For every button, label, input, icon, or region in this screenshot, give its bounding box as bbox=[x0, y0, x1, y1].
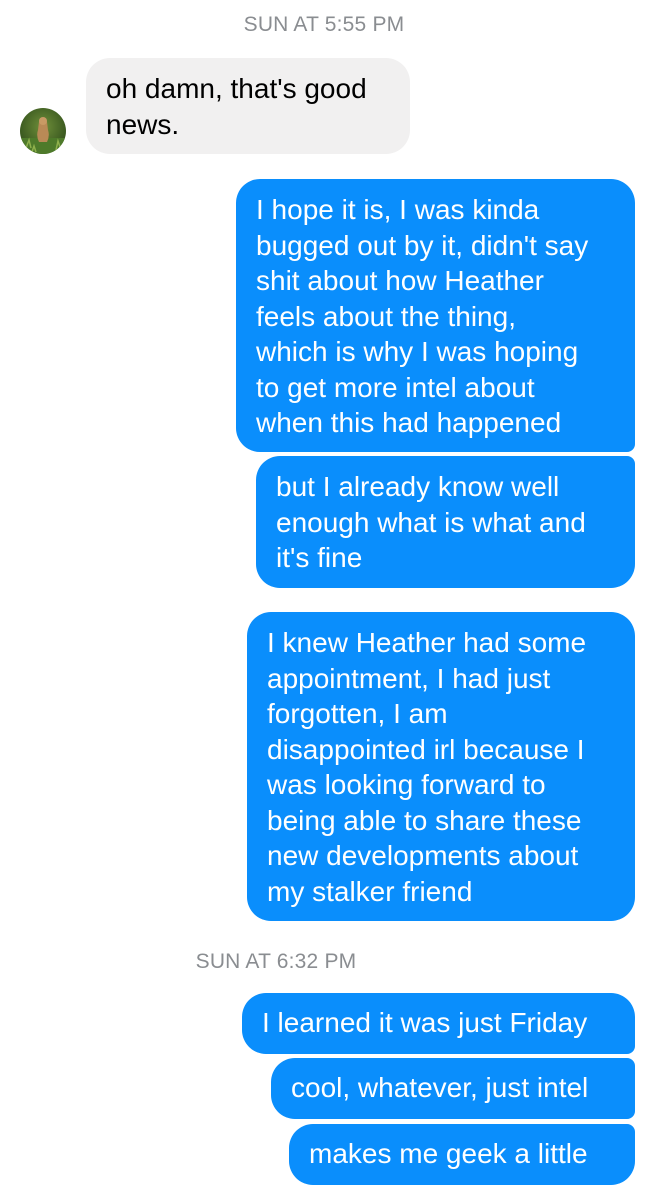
message-bubble-outgoing[interactable]: I hope it is, I was kinda bugged out by … bbox=[236, 179, 635, 452]
message-bubble-outgoing[interactable]: I learned it was just Friday bbox=[242, 993, 635, 1054]
contact-avatar-icon[interactable] bbox=[20, 108, 66, 154]
message-bubble-incoming[interactable]: oh damn, that's good news. bbox=[86, 58, 410, 154]
message-bubble-outgoing[interactable]: I knew Heather had some appointment, I h… bbox=[247, 612, 635, 921]
message-bubble-outgoing[interactable]: cool, whatever, just intel bbox=[271, 1058, 635, 1119]
timestamp: SUN AT 5:55 PM bbox=[243, 13, 405, 36]
timestamp: SUN AT 6:32 PM bbox=[195, 950, 357, 973]
message-bubble-outgoing[interactable]: makes me geek a little bbox=[289, 1124, 635, 1185]
message-bubble-outgoing[interactable]: but I already know well enough what is w… bbox=[256, 456, 635, 588]
